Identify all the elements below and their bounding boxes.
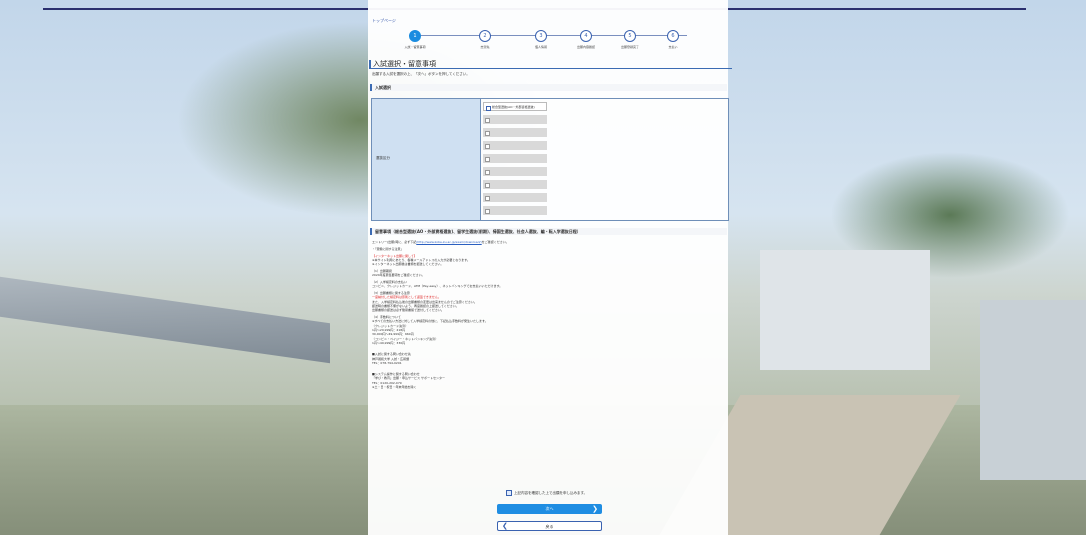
note-line: 2024年度募集要項をご確認ください。: [372, 273, 425, 278]
page-title: 入試選択・留意事項: [369, 60, 732, 69]
canopy-roof: [0, 276, 330, 364]
row-label: 選抜区分: [376, 156, 390, 160]
chevron-left-icon: ❮: [502, 522, 508, 530]
building: [980, 300, 1086, 480]
exam-option-ao[interactable]: 総合型選抜(AO・外部資格選抜): [483, 102, 547, 111]
exam-option[interactable]: [483, 115, 547, 124]
page-subtitle: 出願する入試を選択の上、「次へ」ボタンを押してください。: [372, 72, 470, 76]
intro-text: エントリー(出願)時に、必ず下記: [372, 240, 417, 244]
agree-checkbox[interactable]: [506, 490, 512, 496]
step-1: 1 入試・留意事項: [395, 30, 435, 49]
step-label: 個人情報: [534, 45, 547, 49]
note-line: ※インターネット出願後は書類を郵送してください。: [372, 262, 444, 267]
progress-steps: 1 入試・留意事項 2 志望先 3 個人情報 4 出願内容確認 5 出願登録完了…: [403, 30, 693, 52]
step-6: 6 支払い: [653, 30, 693, 49]
exam-option[interactable]: [483, 128, 547, 137]
step-3: 3 個人情報: [521, 30, 561, 49]
step-5: 5 出願登録完了: [610, 30, 650, 49]
step-label: 出願内容確認: [576, 45, 595, 49]
note-line: 1円〜49,999円：330円: [372, 340, 406, 345]
step-number: 4: [580, 30, 592, 42]
contact-line: ※土・日・祝日・年末年始を除く: [372, 385, 417, 390]
step-label: 志望先: [480, 45, 490, 49]
chevron-right-icon: ❯: [592, 505, 598, 513]
step-4: 4 出願内容確認: [566, 30, 606, 49]
section-heading-notes: 留意事項（総合型選抜(AO・外部資格選抜)、留学生選抜(前期)、帰国生選抜、社会…: [370, 228, 727, 235]
bullet-head: ・「受験に関する注意」: [372, 246, 404, 251]
exam-option[interactable]: [483, 154, 547, 163]
contact-line: TEL：078-794-0201: [372, 360, 402, 365]
exam-option[interactable]: [483, 193, 547, 202]
step-number: 6: [667, 30, 679, 42]
step-number: 1: [409, 30, 421, 42]
section-heading-exam-select: 入試選択: [370, 84, 727, 91]
step-label: 入試・留意事項: [404, 45, 426, 49]
building: [760, 250, 930, 370]
note-line: 出願書類の郵送は必ず簡易書留で送付してください。: [372, 308, 444, 313]
next-button[interactable]: 次へ ❯: [497, 504, 602, 514]
step-number: 3: [535, 30, 547, 42]
table-header-cell: 選抜区分: [372, 99, 481, 220]
exam-option[interactable]: [483, 180, 547, 189]
back-button-label: 戻る: [545, 524, 554, 529]
intro-text: をご確認ください。: [481, 240, 509, 244]
notes-body: エントリー(出願)時に、必ず下記(http://www.kobe-ku.ac.j…: [372, 240, 724, 389]
agree-checkbox-row[interactable]: 上記内容を確認した上で出願を申し込みます。: [506, 490, 587, 496]
exam-option[interactable]: [483, 141, 547, 150]
breadcrumb[interactable]: トップページ: [372, 18, 396, 24]
step-number: 2: [479, 30, 491, 42]
exam-select-table: 選抜区分 総合型選抜(AO・外部資格選抜): [371, 98, 729, 221]
download-link[interactable]: (http://www.kobe-ku.ac.jp/exam/download/…: [416, 240, 481, 244]
step-label: 支払い: [668, 45, 678, 49]
step-label: 出願登録完了: [620, 45, 639, 49]
back-button[interactable]: ❮ 戻る: [497, 521, 602, 531]
note-line: コンビニ、クレジットカード、ATM（Pay-easy）、ネットバンキングでお支払…: [372, 284, 503, 289]
notes-intro: エントリー(出願)時に、必ず下記(http://www.kobe-ku.ac.j…: [372, 240, 724, 244]
exam-option[interactable]: [483, 206, 547, 215]
exam-option[interactable]: [483, 167, 547, 176]
step-2: 2 志望先: [465, 30, 505, 49]
next-button-label: 次へ: [545, 506, 554, 511]
agree-label: 上記内容を確認した上で出願を申し込みます。: [514, 491, 588, 495]
step-number: 5: [624, 30, 636, 42]
